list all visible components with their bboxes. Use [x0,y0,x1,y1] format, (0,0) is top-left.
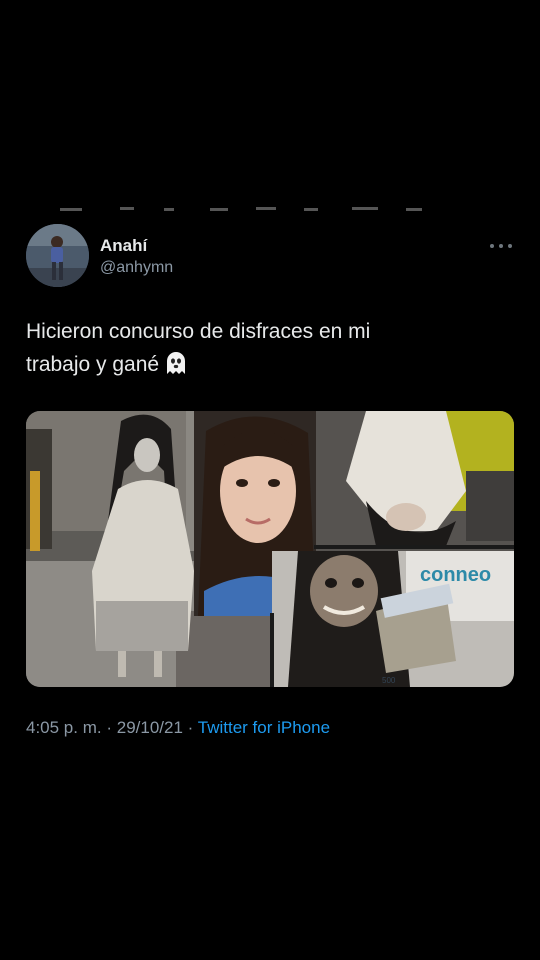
sign-text: conneo [420,564,491,586]
tweet-media-collage[interactable]: conneo 500 [26,411,514,687]
more-options-icon[interactable] [490,238,512,254]
tweet-metadata: 4:05 p. m. · 29/10/21 · Twitter for iPho… [26,718,330,738]
media-collage-image: conneo 500 [26,411,514,687]
tweet-text: Hicieron concurso de disfraces en mi tra… [26,315,496,381]
user-handle[interactable]: @anhymn [100,259,173,277]
banknote-text: 500 [382,676,396,685]
tweet-text-line: trabajo y gané [26,348,496,381]
user-avatar-icon [26,224,89,287]
more-dot [499,244,503,248]
upside-down-costume-photo [316,411,514,551]
tweet-source-link[interactable]: Twitter for iPhone [198,718,330,737]
display-name[interactable]: Anahí [100,236,147,256]
meta-separator: · [106,718,113,737]
more-dot [490,244,494,248]
meta-separator: · [187,718,194,737]
tweet-time[interactable]: 4:05 p. m. [26,718,102,737]
creepy-smile-money-photo: conneo 500 [272,551,514,687]
tweet-text-line: Hicieron concurso de disfraces en mi [26,320,371,343]
ghost-emoji-icon [167,352,186,374]
avatar[interactable] [26,224,89,287]
more-dot [508,244,512,248]
cropped-previous-text [60,207,422,211]
tweet-date[interactable]: 29/10/21 [117,718,183,737]
tweet-text-segment: trabajo y gané [26,353,160,376]
